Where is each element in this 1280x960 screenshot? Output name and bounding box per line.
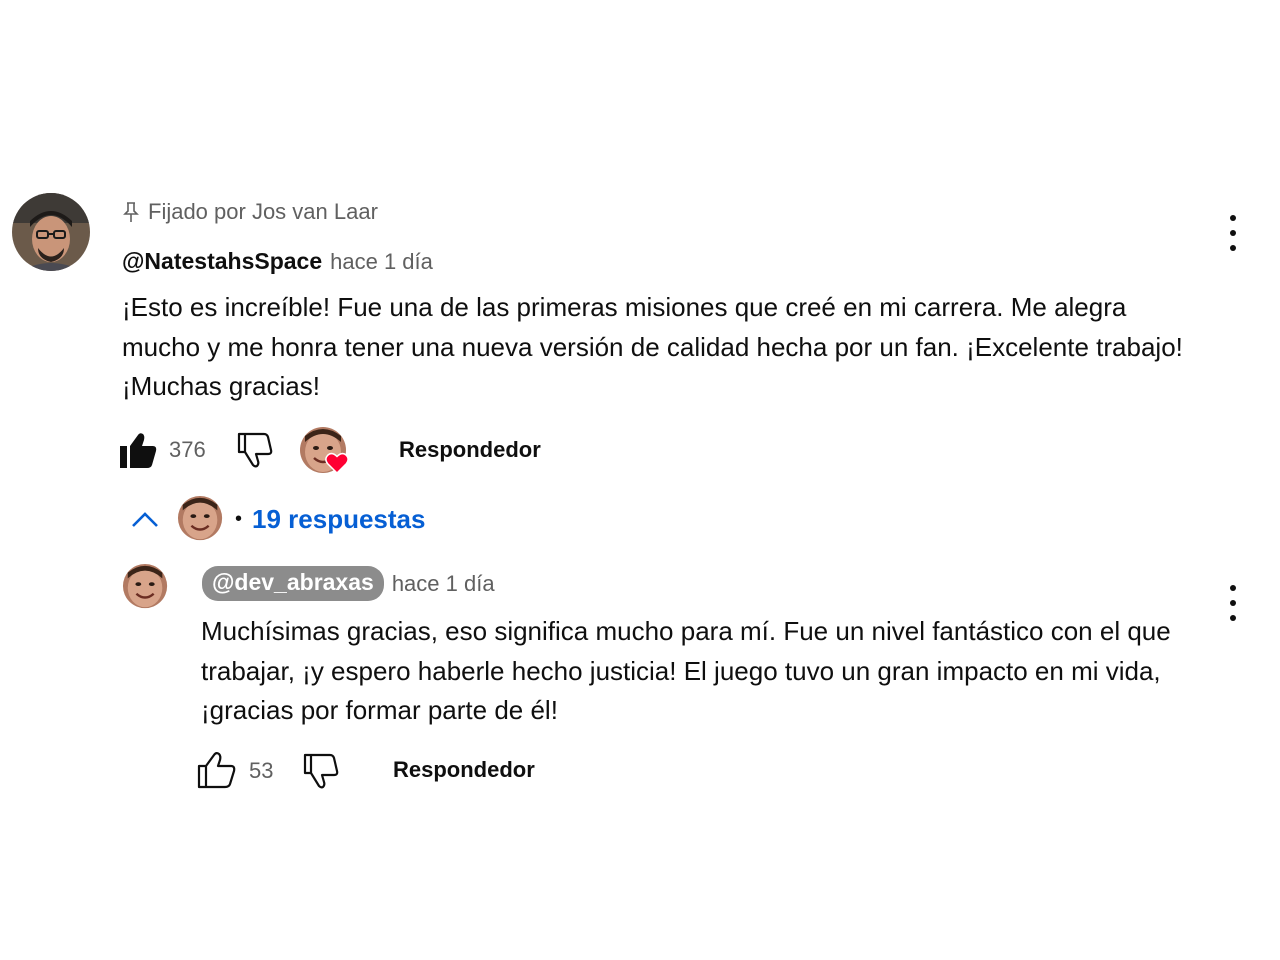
pinned-label: Fijado por Jos van Laar	[122, 199, 378, 225]
reply-more-button[interactable]	[1227, 585, 1239, 621]
reply-like-button[interactable]	[197, 751, 237, 789]
commenter-avatar[interactable]	[12, 193, 90, 271]
thumb-up-filled-icon	[118, 431, 158, 469]
reply-time[interactable]: hace 1 día	[392, 571, 495, 597]
comment-header: @NatestahsSpace hace 1 día	[122, 248, 433, 275]
thumb-down-icon	[303, 753, 341, 789]
replier-avatar-small	[177, 495, 225, 543]
chevron-up-icon	[130, 510, 160, 528]
replies-count[interactable]: 19 respuestas	[252, 504, 425, 535]
thumb-up-outline-icon	[197, 751, 237, 789]
more-vert-icon	[1230, 215, 1236, 221]
creator-heart-icon	[325, 452, 349, 474]
comment-text: ¡Esto es increíble! Fue una de las prime…	[122, 292, 1183, 401]
pinned-text: Fijado por Jos van Laar	[148, 199, 378, 224]
reply-avatar[interactable]	[122, 563, 170, 611]
more-vert-icon	[1230, 585, 1236, 591]
reply-reply-button[interactable]: Respondedor	[393, 757, 535, 783]
comment-more-button[interactable]	[1227, 215, 1239, 251]
replies-toggle[interactable]: • 19 respuestas	[130, 495, 425, 543]
reply-author[interactable]: @dev_abraxas	[202, 566, 384, 601]
comment-time[interactable]: hace 1 día	[330, 249, 433, 275]
comment-author[interactable]: @NatestahsSpace	[122, 248, 322, 275]
like-count: 376	[169, 437, 206, 462]
thumb-down-icon	[237, 432, 275, 468]
reply-button[interactable]: Respondedor	[399, 437, 541, 463]
reply-text: Muchísimas gracias, eso significa mucho …	[201, 616, 1171, 725]
like-button[interactable]	[118, 431, 158, 469]
reply-header: @dev_abraxas hace 1 día	[202, 566, 495, 601]
pin-icon	[122, 201, 140, 223]
separator-dot: •	[235, 507, 243, 530]
creator-heart-badge	[299, 426, 349, 476]
reply-dislike-button[interactable]	[303, 753, 341, 789]
dislike-button[interactable]	[237, 432, 275, 468]
reply-like-count: 53	[249, 758, 274, 783]
